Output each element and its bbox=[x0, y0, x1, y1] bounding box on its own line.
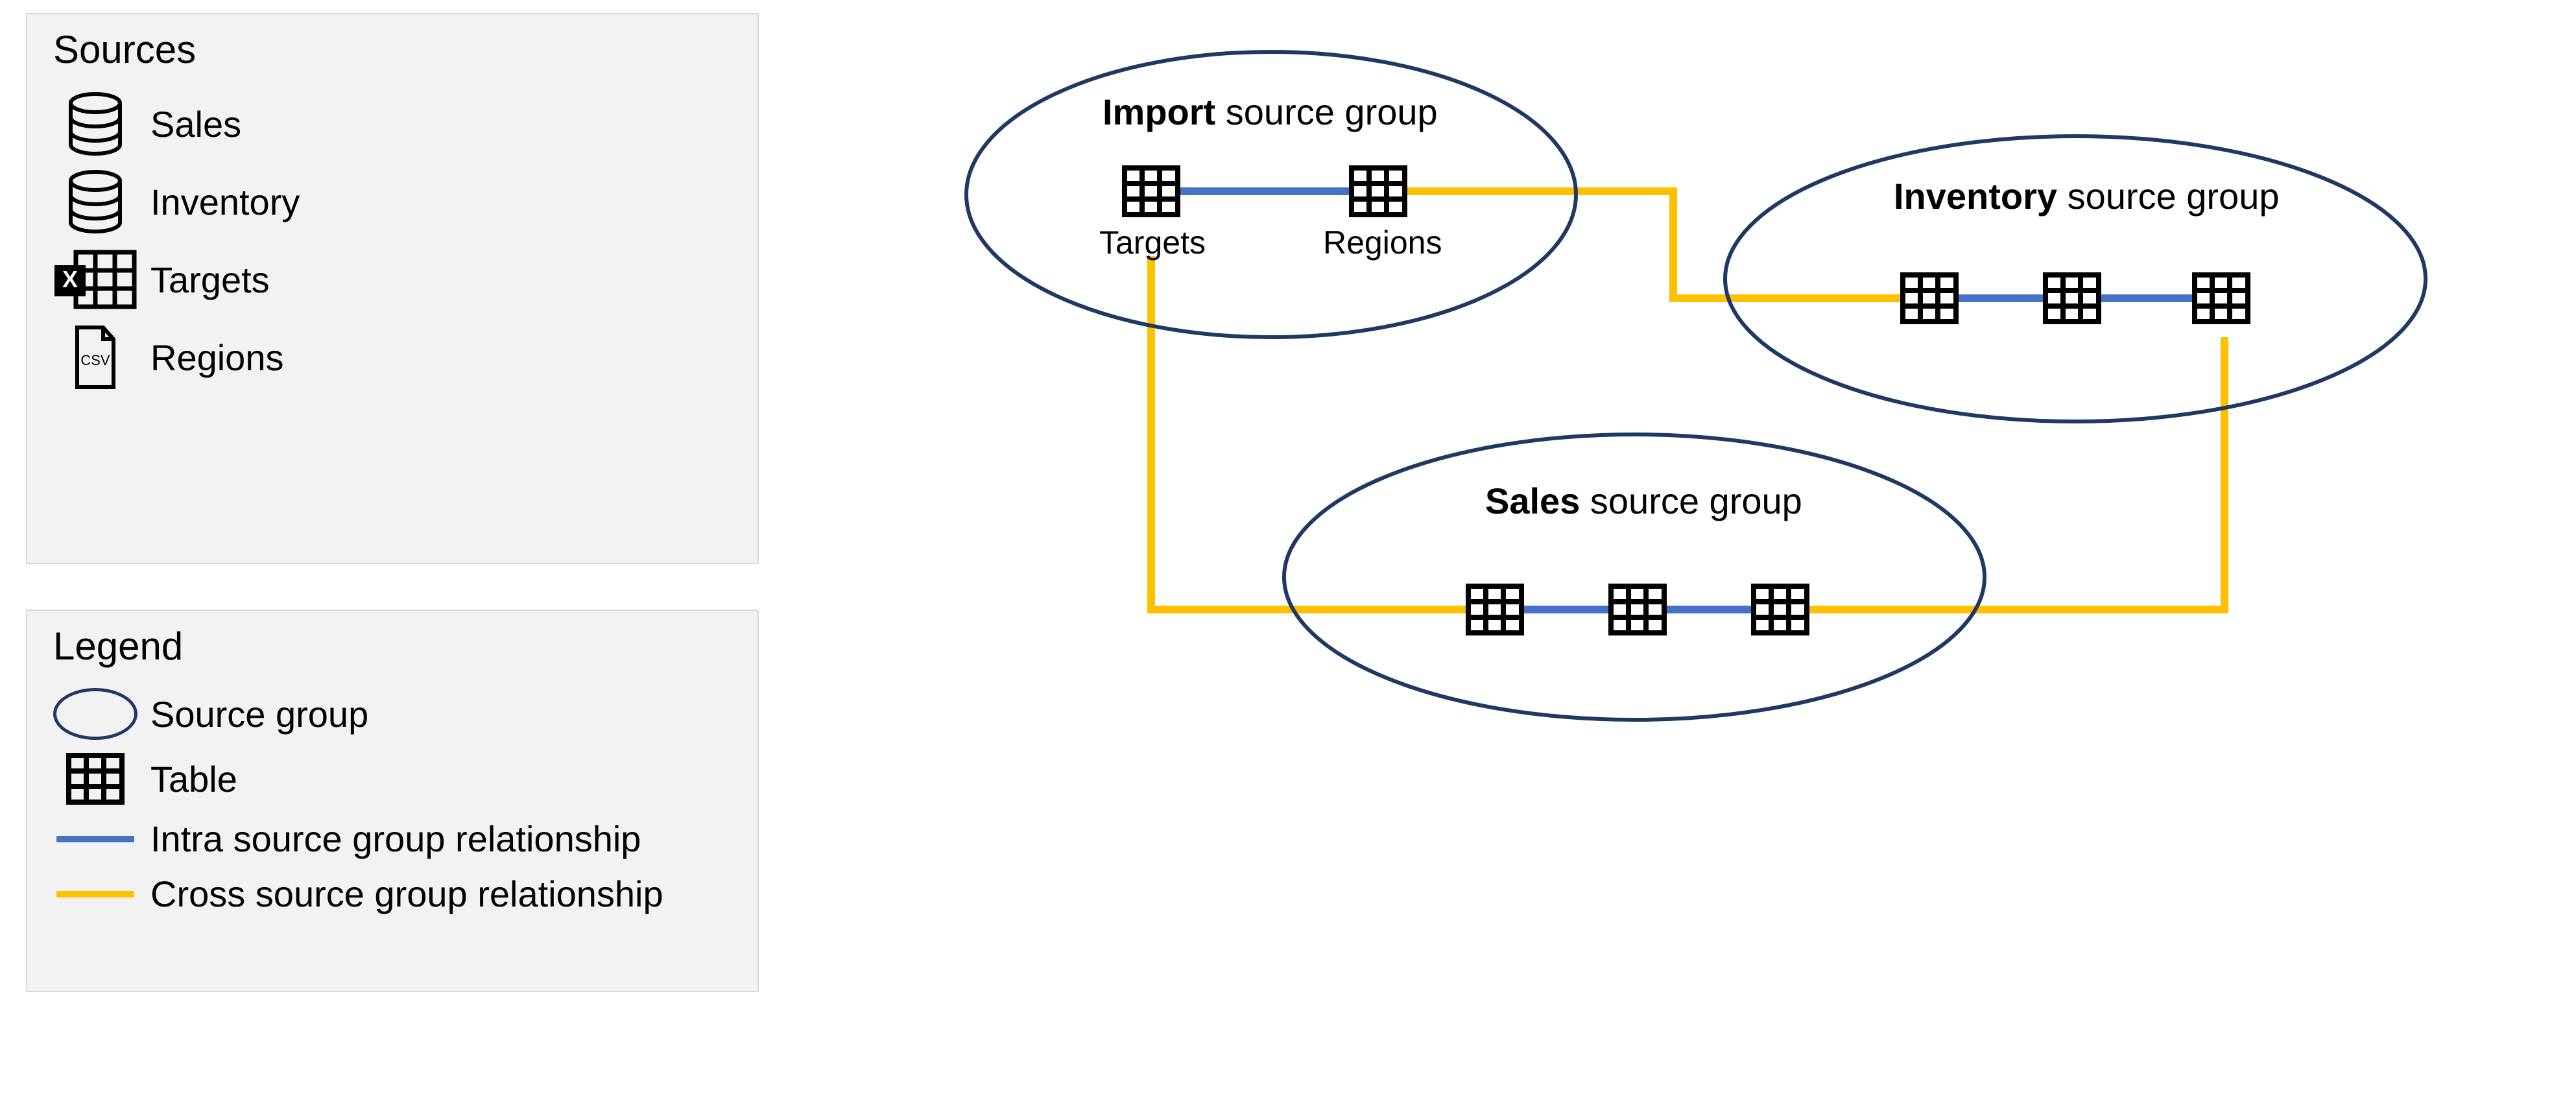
sales-group-title: Sales source group bbox=[1485, 480, 1802, 522]
source-row-sales: Sales bbox=[53, 91, 757, 156]
table-icon bbox=[1122, 165, 1180, 217]
legend-row-table: Table bbox=[53, 753, 757, 805]
ellipse-icon bbox=[53, 688, 137, 740]
table-icon bbox=[2192, 272, 2250, 324]
regions-table-label: Regions bbox=[1323, 224, 1440, 261]
legend-label: Cross source group relationship bbox=[150, 873, 663, 915]
source-label: Sales bbox=[150, 103, 241, 145]
excel-table-icon: X bbox=[53, 247, 137, 312]
source-row-targets: X Targets bbox=[53, 247, 757, 312]
database-icon bbox=[53, 91, 137, 156]
table-icon bbox=[1751, 584, 1809, 635]
database-icon bbox=[53, 169, 137, 234]
legend-row-intra: Intra source group relationship bbox=[53, 818, 757, 860]
table-icon bbox=[53, 753, 137, 805]
svg-text:X: X bbox=[62, 266, 78, 292]
targets-table-label: Targets bbox=[1099, 224, 1203, 261]
cross-line-icon bbox=[53, 891, 137, 897]
diagram: Import source group Targets Regions Inve… bbox=[843, 39, 2529, 817]
source-row-regions: CSV Regions bbox=[53, 325, 757, 390]
sources-panel: Sources Sales Inventory bbox=[26, 13, 759, 564]
table-icon bbox=[2043, 272, 2101, 324]
legend-label: Source group bbox=[150, 693, 368, 735]
table-icon bbox=[1466, 584, 1524, 635]
source-label: Inventory bbox=[150, 181, 300, 223]
legend-label: Intra source group relationship bbox=[150, 818, 641, 860]
diagram-svg bbox=[843, 39, 2529, 817]
svg-text:CSV: CSV bbox=[80, 352, 110, 368]
legend-title: Legend bbox=[53, 624, 757, 669]
import-group-title: Import source group bbox=[1103, 91, 1438, 133]
cross-edges bbox=[1151, 191, 2224, 610]
source-label: Targets bbox=[150, 259, 270, 301]
source-row-inventory: Inventory bbox=[53, 169, 757, 234]
source-label: Regions bbox=[150, 337, 283, 379]
sources-title: Sources bbox=[53, 27, 757, 72]
legend-panel: Legend Source group Table Intra source g… bbox=[26, 610, 759, 992]
inventory-group-title: Inventory source group bbox=[1894, 175, 2280, 217]
intra-line-icon bbox=[53, 836, 137, 842]
csv-file-icon: CSV bbox=[53, 325, 137, 390]
table-icon bbox=[1349, 165, 1407, 217]
table-icon bbox=[1900, 272, 1959, 324]
legend-label: Table bbox=[150, 758, 237, 800]
group-ellipses bbox=[966, 52, 2426, 720]
legend-row-cross: Cross source group relationship bbox=[53, 873, 757, 915]
legend-row-sourcegroup: Source group bbox=[53, 688, 757, 740]
table-icon bbox=[1608, 584, 1667, 635]
